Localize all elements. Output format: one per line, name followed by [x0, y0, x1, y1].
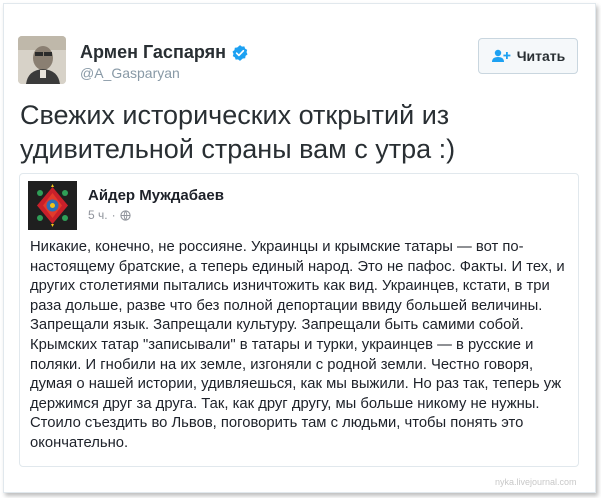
- quoted-post-text: Никакие, конечно, не россияне. Украинцы …: [30, 239, 565, 451]
- quoted-post-meta: 5 ч. ·: [88, 208, 131, 222]
- author-photo: [18, 36, 66, 84]
- meta-separator: ·: [111, 208, 116, 222]
- author-handle[interactable]: @A_Gasparyan: [80, 65, 180, 81]
- watermark: nyka.livejournal.com: [495, 477, 577, 487]
- follow-button[interactable]: Читать: [478, 38, 578, 74]
- author-avatar[interactable]: [18, 36, 66, 84]
- follow-button-label: Читать: [516, 48, 566, 64]
- author-name-row: Армен Гаспарян: [80, 42, 249, 63]
- verified-badge-icon: [232, 44, 248, 61]
- author-name[interactable]: Армен Гаспарян: [80, 42, 226, 63]
- globe-icon: [119, 209, 131, 221]
- tweet-text: Свежих исторических открытий из удивител…: [20, 100, 456, 164]
- crimean-tatar-ornament-image: [28, 181, 77, 230]
- follow-user-icon: [491, 49, 511, 62]
- quoted-author-avatar[interactable]: [28, 181, 77, 230]
- quoted-author-name[interactable]: Айдер Муждабаев: [88, 187, 224, 204]
- quoted-post-time[interactable]: 5 ч.: [88, 208, 108, 222]
